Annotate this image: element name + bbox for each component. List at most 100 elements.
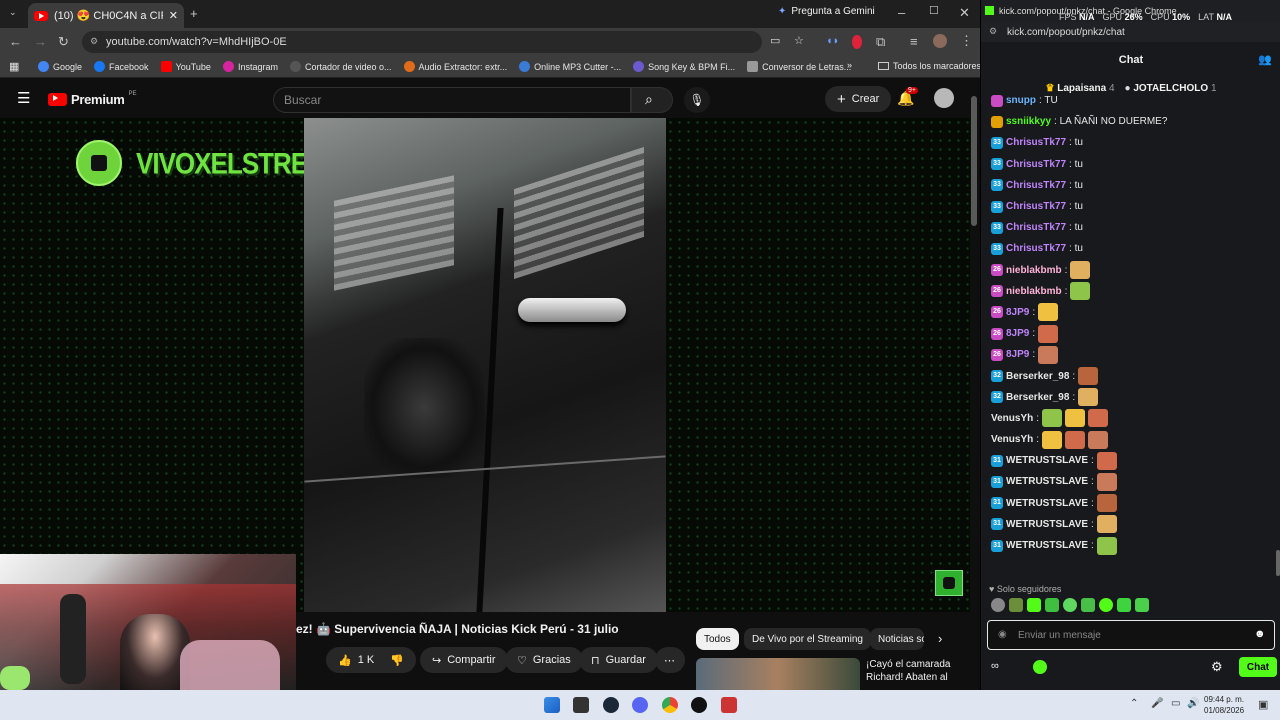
chat-emote[interactable]: [1096, 536, 1117, 555]
smiley-icon[interactable]: ☻: [1254, 628, 1266, 640]
emote-option[interactable]: [1045, 598, 1059, 612]
tray-expand-icon[interactable]: ⌃: [1130, 698, 1138, 709]
emote-option[interactable]: [1081, 598, 1095, 612]
page-scrollbar[interactable]: [971, 96, 977, 226]
steam-icon[interactable]: [603, 697, 619, 713]
emote-option[interactable]: [1135, 598, 1149, 612]
notification-center-icon[interactable]: ▣: [1258, 698, 1268, 711]
reload-icon[interactable]: ↻: [58, 35, 69, 48]
chat-emote[interactable]: [1070, 282, 1091, 301]
more-bookmarks-icon[interactable]: »: [847, 60, 852, 70]
video-player[interactable]: VIVOXELSTREAMING: [0, 118, 970, 612]
capture-app-icon[interactable]: [721, 697, 737, 713]
chat-emote[interactable]: [1096, 515, 1117, 534]
youtube-logo[interactable]: Premium PE: [48, 91, 137, 107]
tab-search-icon[interactable]: ⌄: [9, 8, 17, 17]
hamburger-menu-icon[interactable]: ☰: [17, 91, 30, 106]
chat-emote[interactable]: [1088, 430, 1109, 449]
chat-username[interactable]: VenusYh: [991, 434, 1033, 445]
bookmark-google[interactable]: Google: [38, 61, 82, 72]
share-button[interactable]: ↪ Compartir: [420, 647, 508, 673]
system-clock[interactable]: 09:44 p. m. 01/08/2026: [1204, 694, 1244, 716]
emote-option[interactable]: [1099, 598, 1113, 612]
chat-username[interactable]: ChrisusTk77: [1006, 243, 1066, 254]
chat-emote[interactable]: [1096, 472, 1117, 491]
chat-emote[interactable]: [1078, 367, 1099, 386]
chat-username[interactable]: ChrisusTk77: [1006, 159, 1066, 170]
like-button[interactable]: 👍 1 K 👎: [326, 647, 416, 673]
chat-username[interactable]: WETRUSTSLAVE: [1006, 476, 1088, 487]
dislike-icon[interactable]: 👎: [390, 654, 404, 667]
chip-noticias[interactable]: Noticias so: [870, 628, 924, 650]
chat-scrollbar[interactable]: [1276, 550, 1280, 576]
chat-emote[interactable]: [1088, 409, 1109, 428]
chat-emote[interactable]: [1065, 409, 1086, 428]
chat-username[interactable]: WETRUSTSLAVE: [1006, 498, 1088, 509]
recommended-thumbnail[interactable]: [696, 658, 860, 690]
extensions-puzzle-icon[interactable]: ⧉: [876, 35, 885, 48]
channel-branding-watermark[interactable]: [935, 570, 963, 596]
chrome-icon[interactable]: [662, 697, 678, 713]
chat-emote[interactable]: [1038, 303, 1059, 322]
emote-option[interactable]: [1117, 598, 1131, 612]
chat-username[interactable]: ChrisusTk77: [1006, 222, 1066, 233]
emote-option[interactable]: [991, 598, 1005, 612]
chat-emote[interactable]: [1096, 451, 1117, 470]
chat-emote[interactable]: [1042, 409, 1063, 428]
chat-emote[interactable]: [1065, 430, 1086, 449]
chat-emote[interactable]: [1042, 430, 1063, 449]
chat-username[interactable]: WETRUSTSLAVE: [1006, 455, 1088, 466]
chat-emote[interactable]: [1070, 261, 1091, 280]
mic-icon[interactable]: 🎤: [1151, 698, 1163, 709]
bookmark-star-icon[interactable]: ☆: [794, 34, 804, 47]
chat-username[interactable]: VenusYh: [991, 413, 1033, 424]
bookmark-youtube[interactable]: YouTube: [160, 61, 211, 72]
close-tab-icon[interactable]: ✕: [169, 9, 178, 22]
chat-username[interactable]: ChrisusTk77: [1006, 180, 1066, 191]
chat-username[interactable]: WETRUSTSLAVE: [1006, 519, 1088, 530]
start-menu-icon[interactable]: [544, 697, 560, 713]
emote-option[interactable]: [1027, 598, 1041, 612]
chat-username[interactable]: ChrisusTk77: [1006, 201, 1066, 212]
bookmark-letras[interactable]: Conversor de Letras...: [747, 61, 851, 72]
chat-emote[interactable]: [1038, 324, 1059, 343]
bookmark-audio-extractor[interactable]: Audio Extractor: extr...: [403, 61, 507, 72]
bookmark-facebook[interactable]: Facebook: [94, 61, 149, 72]
chips-next-icon[interactable]: ›: [938, 631, 942, 646]
chat-username[interactable]: 8JP9: [1006, 307, 1029, 318]
search-input[interactable]: Buscar: [273, 87, 631, 113]
chat-username[interactable]: snupp: [1006, 95, 1036, 106]
tab-youtube[interactable]: (10) 😍 CH0C4N a CIRILO 🙈 ... ✕: [28, 3, 184, 28]
chip-todos[interactable]: Todos: [696, 628, 739, 650]
forward-icon[interactable]: →: [34, 35, 47, 48]
chat-username[interactable]: ssniikkyy: [1006, 116, 1051, 127]
save-button[interactable]: ⊓ Guardar: [579, 647, 658, 673]
chat-username[interactable]: Berserker_98: [1006, 392, 1069, 403]
bookmark-mp3-cutter[interactable]: Online MP3 Cutter -...: [519, 61, 621, 72]
site-info-icon[interactable]: ⚙: [90, 36, 98, 47]
back-icon[interactable]: ←: [9, 35, 22, 48]
gemini-button[interactable]: ✦ Pregunta a Gemini: [778, 6, 875, 17]
kick-logo-icon[interactable]: [1033, 660, 1047, 674]
extension-audio-icon[interactable]: ◖◗: [826, 36, 839, 47]
thanks-button[interactable]: ♡ Gracias: [505, 647, 583, 673]
obs-icon[interactable]: [691, 697, 707, 713]
emote-option[interactable]: [1063, 598, 1077, 612]
chat-users-icon[interactable]: 👥: [1258, 53, 1272, 66]
search-button[interactable]: ⌕: [631, 87, 673, 113]
chat-message-input[interactable]: ◉ Enviar un mensaje ☻: [987, 620, 1275, 650]
chat-username[interactable]: Berserker_98: [1006, 371, 1069, 382]
chrome-menu-icon[interactable]: ⋮: [960, 34, 973, 47]
chat-username[interactable]: nieblakbmb: [1006, 265, 1062, 276]
settings-gear-icon[interactable]: ⚙: [1211, 659, 1223, 675]
url-field[interactable]: ⚙ youtube.com/watch?v=MhdHIjBO-0E ▭ ☆: [82, 31, 804, 53]
chat-username[interactable]: 8JP9: [1006, 349, 1029, 360]
voice-search-icon[interactable]: 🎙: [684, 87, 710, 113]
apps-grid-icon[interactable]: ▦: [9, 60, 19, 73]
chat-username[interactable]: nieblakbmb: [1006, 286, 1062, 297]
task-view-icon[interactable]: [573, 697, 589, 713]
more-actions-button[interactable]: ⋯: [655, 647, 685, 673]
profile-avatar[interactable]: [933, 34, 947, 48]
send-chat-button[interactable]: Chat: [1239, 657, 1277, 677]
chip-de-vivo[interactable]: De Vivo por el Streaming: [744, 628, 871, 650]
